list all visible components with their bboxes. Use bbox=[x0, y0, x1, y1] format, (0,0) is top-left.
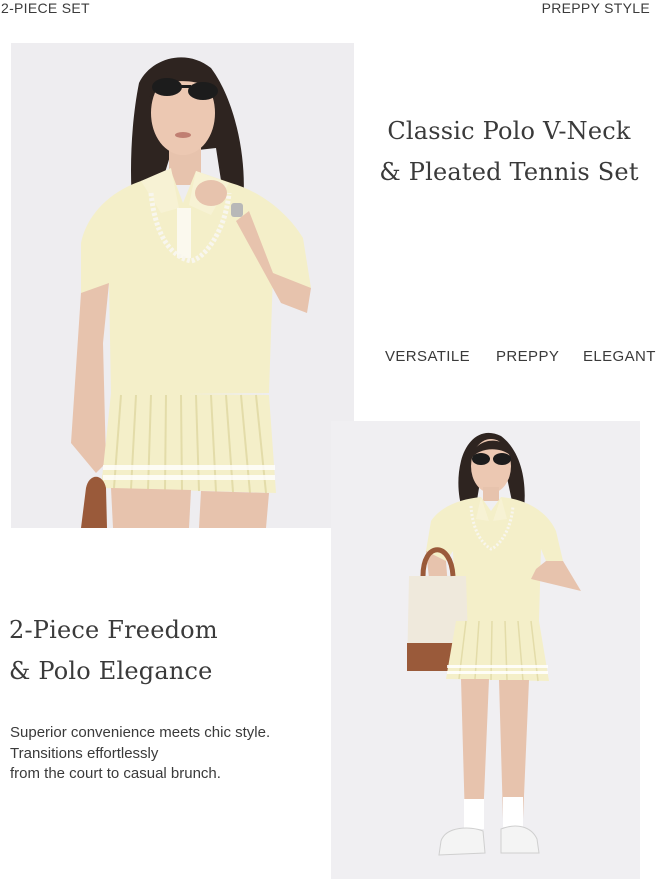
feature-title-line-1: 2-Piece Freedom bbox=[9, 616, 218, 644]
feature-description-line-1: Superior convenience meets chic style. bbox=[10, 724, 271, 741]
set-type-label: 2-PIECE SET bbox=[1, 0, 90, 16]
feature-description: Superior convenience meets chic style. T… bbox=[10, 723, 325, 785]
keyword-preppy: PREPPY bbox=[496, 348, 560, 365]
feature-description-line-2: Transitions effortlessly bbox=[10, 744, 159, 762]
model-fullbody-photo bbox=[331, 421, 640, 879]
product-title-line-1: Classic Polo V-Neck bbox=[387, 117, 631, 145]
feature-title: 2-Piece Freedom & Polo Elegance bbox=[9, 610, 329, 692]
feature-description-line-3: from the court to casual brunch. bbox=[10, 765, 221, 782]
product-title: Classic Polo V-Neck & Pleated Tennis Set bbox=[360, 111, 658, 193]
feature-title-line-2: & Polo Elegance bbox=[9, 657, 213, 685]
keyword-versatile: VERSATILE bbox=[385, 348, 471, 365]
style-type-label: PREPPY STYLE bbox=[541, 0, 650, 16]
product-title-line-2: & Pleated Tennis Set bbox=[379, 158, 639, 186]
model-closeup-photo bbox=[11, 43, 354, 528]
keyword-elegant: ELEGANT bbox=[583, 348, 656, 365]
